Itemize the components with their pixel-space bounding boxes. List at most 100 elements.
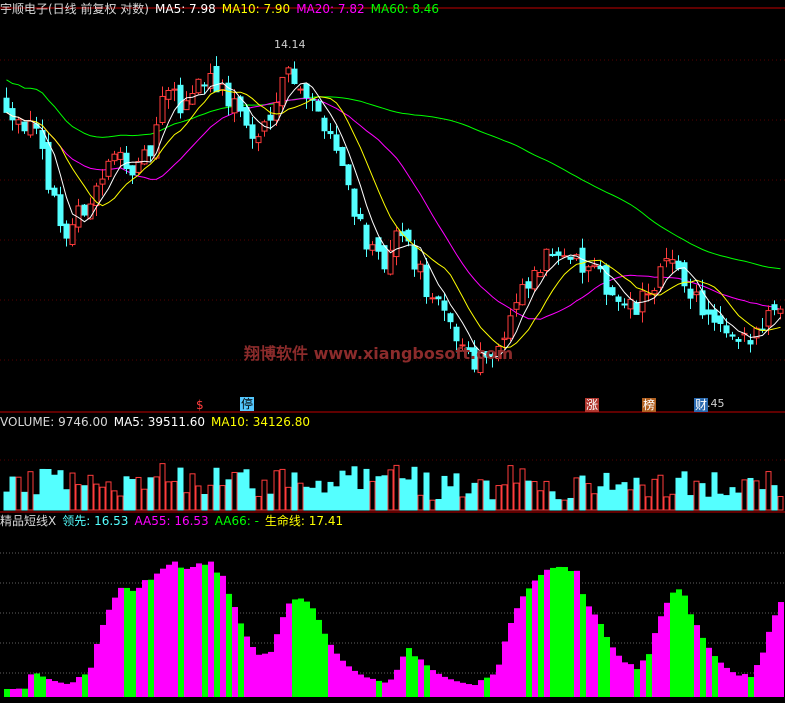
indicator-bar: [160, 568, 166, 697]
volume-bar: [423, 472, 430, 511]
volume-bar: [303, 486, 310, 511]
indicator-bar: [628, 664, 634, 697]
indicator-bar: [472, 685, 478, 697]
ma10-line: [6, 89, 781, 349]
candle-body: [633, 302, 640, 315]
indicator-bar: [136, 587, 142, 697]
candle-body: [549, 253, 556, 257]
indicator-bar: [646, 654, 652, 697]
indicator-bar: [364, 677, 370, 697]
candle-body: [747, 340, 754, 345]
volume-bar: [333, 486, 340, 511]
volume-bar: [327, 481, 334, 511]
ma5-path: [6, 82, 781, 358]
indicator-bar: [466, 684, 472, 697]
volume-bar: [513, 482, 520, 511]
indicator-bar: [394, 669, 400, 697]
indicator-bar: [532, 580, 538, 697]
volume-bar: [225, 479, 232, 511]
volume-bar: [345, 475, 352, 511]
indicator-bar: [688, 614, 694, 697]
ma20-path: [6, 97, 781, 320]
event-tag-rank[interactable]: 榜: [642, 398, 657, 412]
candle-body: [213, 66, 220, 93]
event-tag-halt[interactable]: 停: [240, 397, 255, 411]
indicator-bar: [508, 622, 514, 697]
volume-bar: [489, 499, 496, 511]
candle-body: [591, 264, 598, 268]
volume-bar: [321, 492, 328, 511]
volume-bar: [81, 485, 88, 511]
indicator-bar: [196, 563, 202, 697]
indicator-bar: [538, 574, 544, 697]
volume-bar: [375, 476, 382, 511]
volume-bar: [759, 489, 766, 511]
volume-label: VOLUME: 9746.00: [0, 415, 108, 429]
indicator-bar: [604, 636, 610, 697]
indicator-bar: [292, 599, 298, 697]
volume-bar: [87, 474, 94, 511]
indicator-bar: [724, 667, 730, 697]
volume-bar: [3, 491, 10, 511]
candle-body: [609, 287, 616, 296]
volume-bar: [597, 486, 604, 511]
indicator-bar: [700, 637, 706, 697]
indicator-bar: [730, 672, 736, 697]
candle-body: [519, 284, 526, 306]
volume-bar: [471, 482, 478, 511]
candle-body: [771, 304, 778, 311]
indicator-bar: [256, 654, 262, 697]
candle-body: [321, 117, 328, 132]
candle-body: [387, 249, 394, 275]
event-tag-finance[interactable]: 财: [694, 398, 709, 412]
candle-body: [63, 223, 70, 239]
volume-bar: [603, 472, 610, 511]
event-tag-dollar[interactable]: $: [196, 398, 204, 412]
candle-body: [417, 263, 424, 273]
indicator-bar: [424, 665, 430, 697]
volume-bar: [735, 492, 742, 511]
indicator-bar: [238, 623, 244, 697]
volume-bar: [339, 470, 346, 511]
candle-body: [717, 315, 724, 324]
volume-bar: [429, 499, 436, 511]
candle-body: [195, 78, 202, 94]
volume-bar: [309, 487, 316, 511]
volume-bar: [681, 471, 688, 511]
indicator-bar: [286, 603, 292, 697]
stock-chart[interactable]: 14.14 4.45 翔博软件 www.xiangbosoft.com: [0, 0, 785, 703]
volume-bar: [273, 470, 280, 511]
volume-bar: [537, 490, 544, 511]
volume-bar: [531, 481, 538, 511]
indicator-bar: [652, 633, 658, 697]
indicator-bar: [82, 674, 88, 697]
indicator-bar: [526, 588, 532, 697]
event-tag-limit-up[interactable]: 涨: [585, 398, 600, 412]
indicator-bar: [220, 575, 226, 697]
indicator-bar: [586, 606, 592, 697]
candle-body: [99, 178, 106, 185]
candle-body: [51, 187, 58, 196]
candle-body: [171, 88, 178, 91]
indicator-bar: [154, 573, 160, 697]
volume-bar: [459, 496, 466, 511]
volume-bar: [723, 495, 730, 511]
volume-bar: [765, 471, 772, 511]
volume-bar: [285, 486, 292, 511]
volume-bar: [243, 469, 250, 511]
volume-bar: [141, 488, 148, 511]
candle-body: [3, 97, 10, 113]
volume-bar: [267, 493, 274, 511]
candle-body: [279, 76, 286, 107]
indicator-header: 精品短线X 领先: 16.53 AA55: 16.53 AA66: - 生命线: 17.…: [0, 513, 349, 529]
candle-body: [537, 272, 544, 278]
volume-bar: [393, 464, 400, 511]
volume-bar: [573, 477, 580, 511]
ma10-label: MA10: 7.90: [221, 2, 291, 16]
indicator-bar: [370, 678, 376, 697]
indicator-bar: [130, 590, 136, 697]
indicator-bar: [184, 568, 190, 697]
volume-bar: [129, 479, 136, 511]
indicator-bar: [622, 662, 628, 697]
volume-bar: [111, 490, 118, 511]
